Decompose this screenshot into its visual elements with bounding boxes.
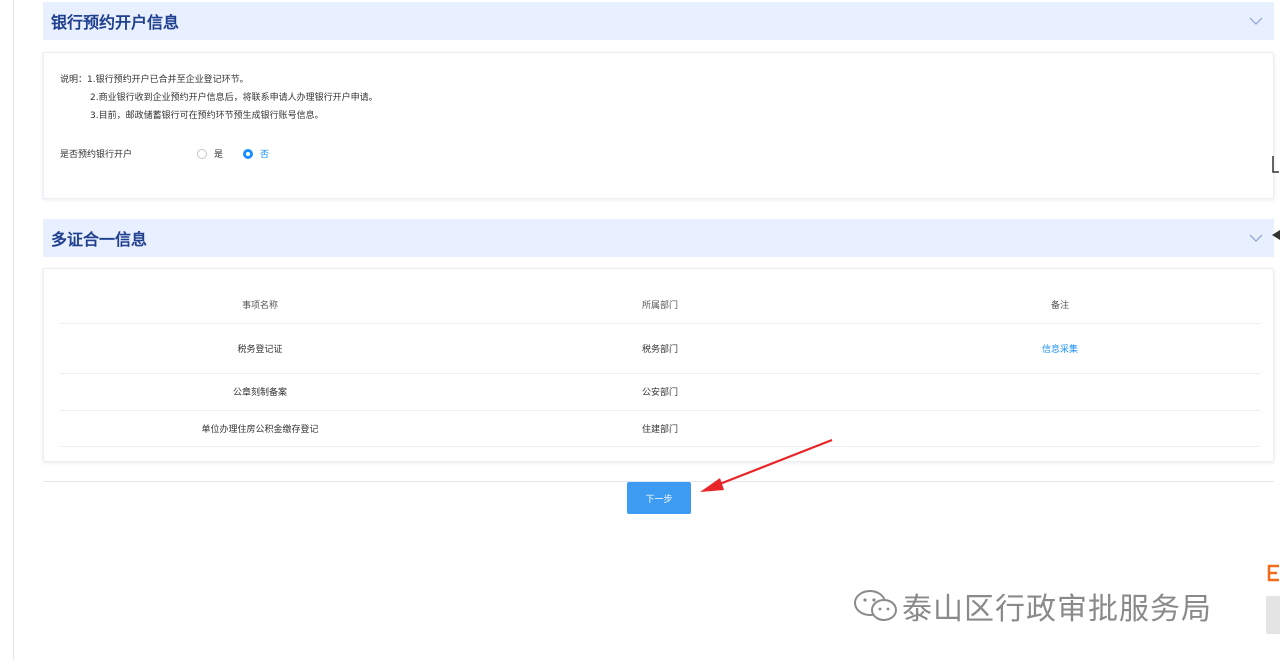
side-logo-icon[interactable] (1266, 562, 1280, 584)
column-header-note: 备注 (860, 286, 1260, 324)
bank-section-header[interactable]: 银行预约开户信息 (43, 2, 1274, 40)
watermark-text: 泰山区行政审批服务局 (902, 592, 1212, 627)
bank-section-card: 说明： 1.银行预约开户已合并至企业登记环节。 2.商业银行收到企业预约开户信息… (43, 52, 1274, 199)
wechat-icon (854, 590, 897, 621)
multi-cert-section-header[interactable]: 多证合一信息 (43, 219, 1274, 257)
table-header-row: 事项名称 所属部门 备注 (60, 286, 1260, 324)
multi-cert-card: 事项名称 所属部门 备注 税务登记证 税务部门 信息采集 公章刻制备案 公安部门 (43, 268, 1274, 462)
side-toolbar-icon[interactable] (1271, 154, 1280, 176)
bank-notes: 说明： 1.银行预约开户已合并至企业登记环节。 2.商业银行收到企业预约开户信息… (60, 71, 378, 125)
info-collect-link[interactable]: 信息采集 (1042, 345, 1078, 355)
note-line-1: 1.银行预约开户已合并至企业登记环节。 (87, 75, 249, 85)
radio-group-label: 是否预约银行开户 (60, 150, 133, 160)
note-line-3: 3.目前，邮政储蓄银行可在预约环节预生成银行账号信息。 (90, 111, 324, 121)
left-border (13, 0, 14, 660)
cell-name: 税务登记证 (60, 323, 460, 374)
radio-circle-selected[interactable] (243, 148, 254, 159)
bank-section-title: 银行预约开户信息 (51, 13, 180, 32)
note-line-2: 2.商业银行收到企业预约开户信息后，将联系申请人办理银行开户申请。 (90, 93, 378, 103)
multi-cert-table: 事项名称 所属部门 备注 税务登记证 税务部门 信息采集 公章刻制备案 公安部门 (60, 286, 1260, 447)
cell-name: 公章刻制备案 (60, 373, 460, 411)
side-arrow-icon[interactable] (1272, 229, 1280, 241)
column-header-name: 事项名称 (60, 286, 460, 324)
radio-label-yes: 是 (214, 150, 224, 160)
cell-note (860, 410, 1260, 447)
side-float-button[interactable] (1266, 596, 1280, 634)
watermark: 泰山区行政审批服务局 (850, 584, 1212, 628)
radio-circle[interactable] (197, 148, 207, 159)
multi-cert-section-title: 多证合一信息 (51, 230, 148, 249)
radio-option-yes[interactable]: 是 (197, 147, 223, 160)
cell-name: 单位办理住房公积金缴存登记 (60, 410, 460, 447)
notes-prefix: 说明： (60, 75, 88, 85)
bank-radio-group: 是否预约银行开户 是 否 (60, 147, 289, 160)
cell-dept: 公安部门 (460, 373, 860, 411)
table-row: 公章刻制备案 公安部门 (60, 373, 1260, 411)
table-row: 税务登记证 税务部门 信息采集 (60, 323, 1260, 374)
red-arrow-annotation (700, 438, 833, 492)
chevron-down-icon[interactable] (1248, 230, 1264, 246)
chevron-down-icon[interactable] (1248, 13, 1264, 29)
next-step-button[interactable]: 下一步 (627, 482, 691, 514)
column-header-dept: 所属部门 (460, 286, 860, 324)
cell-dept: 税务部门 (460, 323, 860, 374)
table-row: 单位办理住房公积金缴存登记 住建部门 (60, 410, 1260, 447)
cell-note (860, 373, 1260, 411)
page: 银行预约开户信息 说明： 1.银行预约开户已合并至企业登记环节。 2.商业银行收… (0, 0, 1280, 660)
radio-option-no[interactable]: 否 (243, 147, 269, 160)
radio-label-no: 否 (260, 150, 270, 160)
